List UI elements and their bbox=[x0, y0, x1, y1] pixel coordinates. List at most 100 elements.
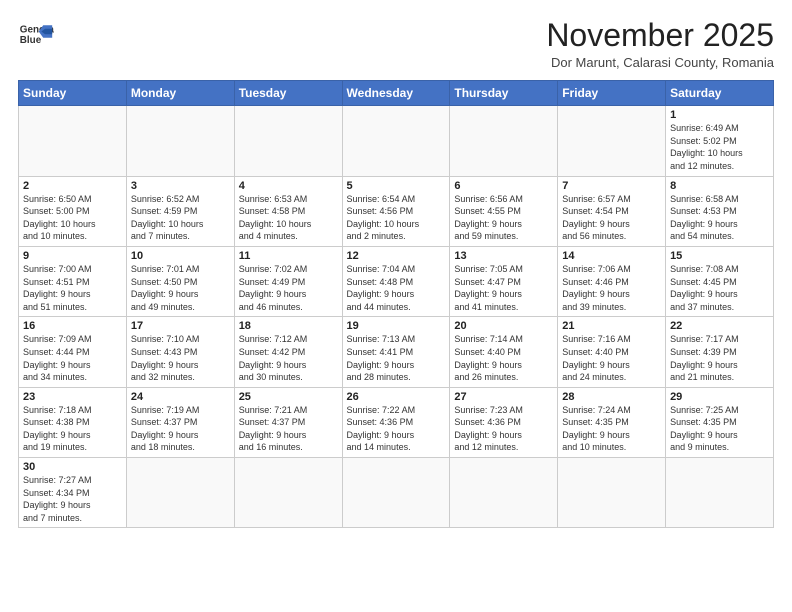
day-number: 9 bbox=[23, 250, 122, 262]
day-cell: 28Sunrise: 7:24 AM Sunset: 4:35 PM Dayli… bbox=[558, 387, 666, 457]
day-info: Sunrise: 6:50 AM Sunset: 5:00 PM Dayligh… bbox=[23, 193, 122, 243]
day-number: 26 bbox=[347, 391, 446, 403]
day-cell: 6Sunrise: 6:56 AM Sunset: 4:55 PM Daylig… bbox=[450, 176, 558, 246]
day-number: 19 bbox=[347, 320, 446, 332]
week-row-5: 23Sunrise: 7:18 AM Sunset: 4:38 PM Dayli… bbox=[19, 387, 774, 457]
day-info: Sunrise: 7:21 AM Sunset: 4:37 PM Dayligh… bbox=[239, 404, 338, 454]
day-number: 17 bbox=[131, 320, 230, 332]
day-cell: 15Sunrise: 7:08 AM Sunset: 4:45 PM Dayli… bbox=[666, 246, 774, 316]
week-row-1: 1Sunrise: 6:49 AM Sunset: 5:02 PM Daylig… bbox=[19, 106, 774, 176]
day-info: Sunrise: 7:13 AM Sunset: 4:41 PM Dayligh… bbox=[347, 333, 446, 383]
col-header-sunday: Sunday bbox=[19, 81, 127, 106]
day-info: Sunrise: 7:23 AM Sunset: 4:36 PM Dayligh… bbox=[454, 404, 553, 454]
day-cell: 26Sunrise: 7:22 AM Sunset: 4:36 PM Dayli… bbox=[342, 387, 450, 457]
day-number: 18 bbox=[239, 320, 338, 332]
day-number: 3 bbox=[131, 180, 230, 192]
day-info: Sunrise: 6:56 AM Sunset: 4:55 PM Dayligh… bbox=[454, 193, 553, 243]
day-info: Sunrise: 7:14 AM Sunset: 4:40 PM Dayligh… bbox=[454, 333, 553, 383]
day-cell: 5Sunrise: 6:54 AM Sunset: 4:56 PM Daylig… bbox=[342, 176, 450, 246]
day-cell bbox=[234, 106, 342, 176]
day-cell: 19Sunrise: 7:13 AM Sunset: 4:41 PM Dayli… bbox=[342, 317, 450, 387]
day-number: 14 bbox=[562, 250, 661, 262]
day-cell: 30Sunrise: 7:27 AM Sunset: 4:34 PM Dayli… bbox=[19, 458, 127, 528]
day-number: 4 bbox=[239, 180, 338, 192]
day-cell: 13Sunrise: 7:05 AM Sunset: 4:47 PM Dayli… bbox=[450, 246, 558, 316]
day-cell: 2Sunrise: 6:50 AM Sunset: 5:00 PM Daylig… bbox=[19, 176, 127, 246]
day-info: Sunrise: 7:19 AM Sunset: 4:37 PM Dayligh… bbox=[131, 404, 230, 454]
day-info: Sunrise: 7:10 AM Sunset: 4:43 PM Dayligh… bbox=[131, 333, 230, 383]
day-cell: 9Sunrise: 7:00 AM Sunset: 4:51 PM Daylig… bbox=[19, 246, 127, 316]
day-number: 11 bbox=[239, 250, 338, 262]
day-number: 23 bbox=[23, 391, 122, 403]
day-cell bbox=[666, 458, 774, 528]
day-cell: 8Sunrise: 6:58 AM Sunset: 4:53 PM Daylig… bbox=[666, 176, 774, 246]
day-info: Sunrise: 7:18 AM Sunset: 4:38 PM Dayligh… bbox=[23, 404, 122, 454]
day-cell: 18Sunrise: 7:12 AM Sunset: 4:42 PM Dayli… bbox=[234, 317, 342, 387]
day-info: Sunrise: 7:24 AM Sunset: 4:35 PM Dayligh… bbox=[562, 404, 661, 454]
day-cell: 12Sunrise: 7:04 AM Sunset: 4:48 PM Dayli… bbox=[342, 246, 450, 316]
day-number: 10 bbox=[131, 250, 230, 262]
day-cell bbox=[558, 458, 666, 528]
day-cell: 17Sunrise: 7:10 AM Sunset: 4:43 PM Dayli… bbox=[126, 317, 234, 387]
col-header-wednesday: Wednesday bbox=[342, 81, 450, 106]
col-header-monday: Monday bbox=[126, 81, 234, 106]
title-block: November 2025 Dor Marunt, Calarasi Count… bbox=[546, 18, 774, 70]
day-cell: 11Sunrise: 7:02 AM Sunset: 4:49 PM Dayli… bbox=[234, 246, 342, 316]
day-info: Sunrise: 7:05 AM Sunset: 4:47 PM Dayligh… bbox=[454, 263, 553, 313]
day-cell: 21Sunrise: 7:16 AM Sunset: 4:40 PM Dayli… bbox=[558, 317, 666, 387]
day-number: 24 bbox=[131, 391, 230, 403]
day-number: 7 bbox=[562, 180, 661, 192]
day-number: 20 bbox=[454, 320, 553, 332]
day-number: 21 bbox=[562, 320, 661, 332]
day-info: Sunrise: 7:06 AM Sunset: 4:46 PM Dayligh… bbox=[562, 263, 661, 313]
day-info: Sunrise: 7:25 AM Sunset: 4:35 PM Dayligh… bbox=[670, 404, 769, 454]
day-cell: 3Sunrise: 6:52 AM Sunset: 4:59 PM Daylig… bbox=[126, 176, 234, 246]
day-cell bbox=[342, 458, 450, 528]
col-header-thursday: Thursday bbox=[450, 81, 558, 106]
day-number: 16 bbox=[23, 320, 122, 332]
day-info: Sunrise: 6:49 AM Sunset: 5:02 PM Dayligh… bbox=[670, 122, 769, 172]
day-number: 13 bbox=[454, 250, 553, 262]
col-header-saturday: Saturday bbox=[666, 81, 774, 106]
day-cell bbox=[450, 458, 558, 528]
week-row-4: 16Sunrise: 7:09 AM Sunset: 4:44 PM Dayli… bbox=[19, 317, 774, 387]
day-info: Sunrise: 6:57 AM Sunset: 4:54 PM Dayligh… bbox=[562, 193, 661, 243]
day-info: Sunrise: 6:52 AM Sunset: 4:59 PM Dayligh… bbox=[131, 193, 230, 243]
day-cell: 20Sunrise: 7:14 AM Sunset: 4:40 PM Dayli… bbox=[450, 317, 558, 387]
day-number: 25 bbox=[239, 391, 338, 403]
day-number: 5 bbox=[347, 180, 446, 192]
day-cell: 16Sunrise: 7:09 AM Sunset: 4:44 PM Dayli… bbox=[19, 317, 127, 387]
day-info: Sunrise: 7:16 AM Sunset: 4:40 PM Dayligh… bbox=[562, 333, 661, 383]
page: General Blue November 2025 Dor Marunt, C… bbox=[0, 0, 792, 612]
day-info: Sunrise: 7:22 AM Sunset: 4:36 PM Dayligh… bbox=[347, 404, 446, 454]
day-cell: 24Sunrise: 7:19 AM Sunset: 4:37 PM Dayli… bbox=[126, 387, 234, 457]
calendar: SundayMondayTuesdayWednesdayThursdayFrid… bbox=[18, 80, 774, 528]
day-cell bbox=[126, 458, 234, 528]
day-number: 15 bbox=[670, 250, 769, 262]
day-info: Sunrise: 7:09 AM Sunset: 4:44 PM Dayligh… bbox=[23, 333, 122, 383]
day-info: Sunrise: 7:12 AM Sunset: 4:42 PM Dayligh… bbox=[239, 333, 338, 383]
day-number: 1 bbox=[670, 109, 769, 121]
day-cell: 14Sunrise: 7:06 AM Sunset: 4:46 PM Dayli… bbox=[558, 246, 666, 316]
day-cell: 23Sunrise: 7:18 AM Sunset: 4:38 PM Dayli… bbox=[19, 387, 127, 457]
day-cell: 10Sunrise: 7:01 AM Sunset: 4:50 PM Dayli… bbox=[126, 246, 234, 316]
day-cell: 22Sunrise: 7:17 AM Sunset: 4:39 PM Dayli… bbox=[666, 317, 774, 387]
subtitle: Dor Marunt, Calarasi County, Romania bbox=[546, 55, 774, 70]
day-cell: 29Sunrise: 7:25 AM Sunset: 4:35 PM Dayli… bbox=[666, 387, 774, 457]
week-row-2: 2Sunrise: 6:50 AM Sunset: 5:00 PM Daylig… bbox=[19, 176, 774, 246]
day-cell: 27Sunrise: 7:23 AM Sunset: 4:36 PM Dayli… bbox=[450, 387, 558, 457]
day-info: Sunrise: 7:08 AM Sunset: 4:45 PM Dayligh… bbox=[670, 263, 769, 313]
day-cell bbox=[342, 106, 450, 176]
header: General Blue November 2025 Dor Marunt, C… bbox=[18, 18, 774, 70]
week-row-6: 30Sunrise: 7:27 AM Sunset: 4:34 PM Dayli… bbox=[19, 458, 774, 528]
day-number: 22 bbox=[670, 320, 769, 332]
logo-icon: General Blue bbox=[18, 18, 54, 54]
day-cell bbox=[126, 106, 234, 176]
day-info: Sunrise: 6:58 AM Sunset: 4:53 PM Dayligh… bbox=[670, 193, 769, 243]
col-header-friday: Friday bbox=[558, 81, 666, 106]
day-number: 27 bbox=[454, 391, 553, 403]
day-info: Sunrise: 7:02 AM Sunset: 4:49 PM Dayligh… bbox=[239, 263, 338, 313]
svg-text:Blue: Blue bbox=[20, 35, 42, 46]
day-number: 28 bbox=[562, 391, 661, 403]
day-info: Sunrise: 7:27 AM Sunset: 4:34 PM Dayligh… bbox=[23, 474, 122, 524]
